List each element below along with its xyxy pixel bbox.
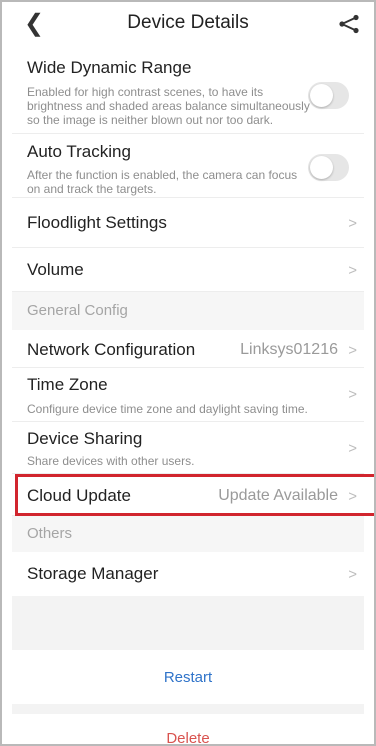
restart-button[interactable]: Restart bbox=[12, 650, 364, 704]
wide-dynamic-range-toggle[interactable] bbox=[308, 82, 349, 109]
time-zone-row[interactable]: Time Zone Configure device time zone and… bbox=[12, 368, 364, 422]
section-others-label: Others bbox=[27, 525, 73, 542]
cloud-update-row[interactable]: Cloud Update Update Available > bbox=[12, 474, 364, 516]
delete-label: Delete bbox=[166, 729, 210, 746]
time-zone-desc: Configure device time zone and daylight … bbox=[27, 402, 308, 416]
delete-button[interactable]: Delete bbox=[12, 714, 364, 746]
device-sharing-row[interactable]: Device Sharing Share devices with other … bbox=[12, 422, 364, 474]
auto-tracking-toggle[interactable] bbox=[308, 154, 349, 181]
chevron-right-icon: > bbox=[348, 262, 357, 279]
volume-label: Volume bbox=[27, 260, 84, 279]
network-configuration-label: Network Configuration bbox=[27, 340, 196, 359]
device-sharing-label: Device Sharing bbox=[27, 429, 143, 448]
toggle-knob bbox=[310, 84, 333, 107]
toggle-knob bbox=[310, 156, 333, 179]
chevron-left-icon[interactable]: ❮ bbox=[24, 9, 44, 38]
network-configuration-value: Linksys01216 bbox=[240, 341, 338, 358]
device-details-screen: ❮ Device Details Wide Dynamic Range Enab… bbox=[0, 0, 376, 746]
network-configuration-row[interactable]: Network Configuration Linksys01216 > bbox=[12, 330, 364, 368]
storage-manager-row[interactable]: Storage Manager > bbox=[12, 552, 364, 596]
auto-tracking-desc-2: on and track the targets. bbox=[27, 182, 157, 196]
wide-dynamic-range-row: Wide Dynamic Range Enabled for high cont… bbox=[12, 50, 364, 134]
auto-tracking-row: Auto Tracking After the function is enab… bbox=[12, 134, 364, 198]
page-title: Device Details bbox=[127, 12, 249, 33]
section-general-config: General Config bbox=[12, 292, 364, 330]
floodlight-settings-label: Floodlight Settings bbox=[27, 213, 167, 232]
wide-dynamic-range-desc-2: brightness and shaded areas balance simu… bbox=[27, 99, 310, 113]
device-sharing-desc: Share devices with other users. bbox=[27, 454, 195, 468]
cloud-update-status: Update Available bbox=[218, 487, 338, 504]
share-icon[interactable] bbox=[338, 14, 360, 34]
floodlight-settings-row[interactable]: Floodlight Settings > bbox=[12, 198, 364, 248]
chevron-right-icon: > bbox=[348, 488, 357, 505]
wide-dynamic-range-desc-3: so the image is neither blown out nor to… bbox=[27, 113, 274, 127]
wide-dynamic-range-label: Wide Dynamic Range bbox=[27, 58, 192, 77]
section-general-config-label: General Config bbox=[27, 302, 128, 319]
chevron-right-icon: > bbox=[348, 386, 357, 403]
time-zone-label: Time Zone bbox=[27, 375, 108, 394]
nav-header: ❮ Device Details bbox=[2, 2, 374, 44]
restart-label: Restart bbox=[163, 668, 213, 686]
volume-row[interactable]: Volume > bbox=[12, 248, 364, 292]
storage-manager-label: Storage Manager bbox=[27, 564, 159, 583]
cloud-update-label: Cloud Update bbox=[27, 486, 131, 505]
chevron-right-icon: > bbox=[348, 440, 357, 457]
chevron-right-icon: > bbox=[348, 215, 357, 232]
section-others: Others bbox=[12, 516, 364, 552]
chevron-right-icon: > bbox=[348, 342, 357, 359]
auto-tracking-label: Auto Tracking bbox=[27, 142, 131, 161]
wide-dynamic-range-desc-1: Enabled for high contrast scenes, to hav… bbox=[27, 85, 264, 99]
auto-tracking-desc-1: After the function is enabled, the camer… bbox=[27, 168, 298, 182]
chevron-right-icon: > bbox=[348, 566, 357, 583]
